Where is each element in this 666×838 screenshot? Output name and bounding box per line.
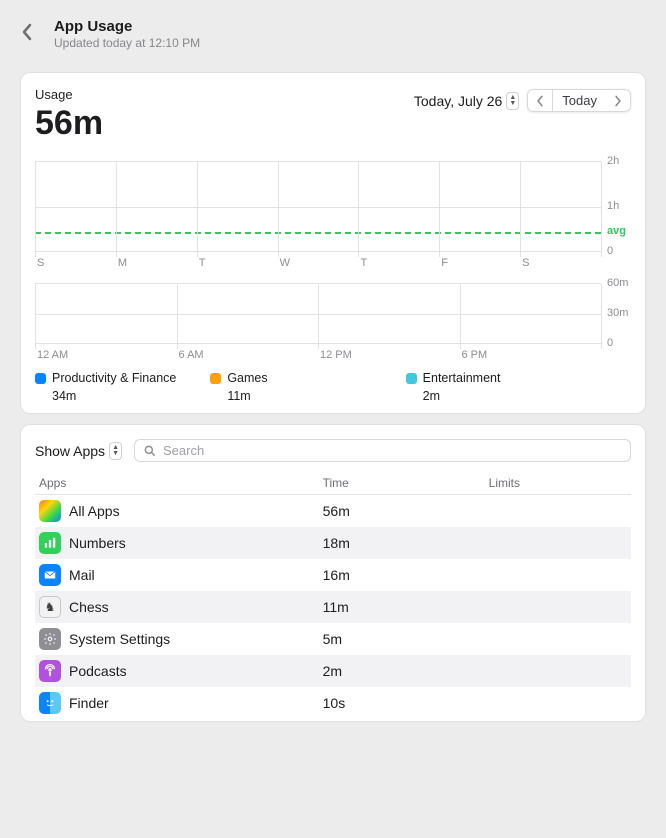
- weekly-chart: 2h 1h avg 0 SMTWTFS: [35, 161, 631, 269]
- weekly-x-axis: SMTWTFS: [35, 257, 631, 269]
- x-tick: F: [439, 257, 520, 269]
- apps-card: Show Apps ▲▼ Apps Time Limits All Apps 56…: [20, 424, 646, 722]
- app-name: Numbers: [69, 535, 126, 551]
- swatch-blue: [35, 373, 46, 384]
- back-button[interactable]: [22, 22, 36, 42]
- col-header-apps[interactable]: Apps: [39, 476, 323, 490]
- updown-icon: ▲▼: [109, 442, 122, 460]
- settings-icon: [39, 628, 61, 650]
- app-name: Chess: [69, 599, 109, 615]
- app-name: Podcasts: [69, 663, 127, 679]
- podcasts-icon: [39, 660, 61, 682]
- legend-value: 11m: [227, 389, 405, 403]
- table-row[interactable]: Mail 16m: [35, 559, 631, 591]
- x-tick: 12 AM: [35, 349, 177, 361]
- table-row[interactable]: All Apps 56m: [35, 495, 631, 527]
- app-time: 56m: [323, 503, 489, 519]
- x-tick: 6 AM: [177, 349, 319, 361]
- page-subtitle: Updated today at 12:10 PM: [54, 36, 200, 50]
- app-name: Finder: [69, 695, 109, 711]
- y-tick: 60m: [607, 277, 628, 289]
- y-tick: 2h: [607, 155, 619, 167]
- table-row[interactable]: ♞ Chess 11m: [35, 591, 631, 623]
- x-tick: S: [35, 257, 116, 269]
- mail-icon: [39, 564, 61, 586]
- app-rows: All Apps 56m Numbers 18m Mail 16m ♞ Chess 11m Sys…: [35, 495, 631, 719]
- legend-label: Entertainment: [423, 371, 501, 385]
- legend-productivity: Productivity & Finance: [35, 371, 230, 385]
- legend-value: 34m: [52, 389, 230, 403]
- x-tick: W: [278, 257, 359, 269]
- date-stepper: Today: [527, 89, 631, 112]
- app-time: 5m: [323, 631, 489, 647]
- hourly-x-axis: 12 AM6 AM12 PM6 PM: [35, 349, 631, 361]
- search-field-wrapper[interactable]: [134, 439, 631, 462]
- y-tick: 0: [607, 337, 613, 349]
- usage-label: Usage: [35, 87, 103, 102]
- swatch-teal: [406, 373, 417, 384]
- usage-card: Usage 56m Today, July 26 ▲▼ Today: [20, 72, 646, 414]
- allapps-icon: [39, 500, 61, 522]
- table-header: Apps Time Limits: [35, 472, 631, 495]
- table-row[interactable]: Numbers 18m: [35, 527, 631, 559]
- col-header-time[interactable]: Time: [323, 476, 489, 490]
- hourly-chart: 60m 30m 0 12 AM6 AM12 PM6 PM: [35, 283, 631, 361]
- legend-entertainment: Entertainment: [406, 371, 601, 385]
- legend-label: Productivity & Finance: [52, 371, 176, 385]
- app-time: 18m: [323, 535, 489, 551]
- app-time: 16m: [323, 567, 489, 583]
- updown-icon: ▲▼: [506, 92, 519, 110]
- app-time: 2m: [323, 663, 489, 679]
- search-icon: [143, 444, 157, 458]
- numbers-icon: [39, 532, 61, 554]
- show-filter[interactable]: Show Apps ▲▼: [35, 442, 122, 460]
- app-time: 11m: [323, 599, 489, 615]
- y-tick: 0: [607, 245, 613, 257]
- chevron-left-icon: [535, 94, 545, 108]
- x-tick: M: [116, 257, 197, 269]
- chevron-right-icon: [613, 94, 623, 108]
- x-tick: T: [197, 257, 278, 269]
- table-row[interactable]: Podcasts 2m: [35, 655, 631, 687]
- x-tick: 12 PM: [318, 349, 460, 361]
- table-row[interactable]: Finder 10s: [35, 687, 631, 719]
- y-tick: 30m: [607, 307, 628, 319]
- y-tick: 1h: [607, 200, 619, 212]
- search-input[interactable]: [163, 443, 622, 458]
- app-time: 10s: [323, 695, 489, 711]
- avg-line: [35, 232, 601, 234]
- app-name: Mail: [69, 567, 95, 583]
- page-title: App Usage: [54, 18, 200, 35]
- x-tick: 6 PM: [460, 349, 602, 361]
- header: App Usage Updated today at 12:10 PM: [0, 0, 666, 62]
- col-header-limits[interactable]: Limits: [489, 476, 627, 490]
- x-tick: T: [358, 257, 439, 269]
- date-range-label: Today, July 26: [414, 93, 502, 109]
- legend-value: 2m: [423, 389, 601, 403]
- prev-day-button[interactable]: [527, 89, 553, 112]
- app-name: All Apps: [69, 503, 120, 519]
- avg-label: avg: [607, 225, 631, 237]
- legend-games: Games: [210, 371, 405, 385]
- chevron-left-icon: [22, 23, 33, 41]
- legend: Productivity & Finance 34m Games 11m Ent…: [35, 371, 631, 403]
- finder-icon: [39, 692, 61, 714]
- x-tick: S: [520, 257, 601, 269]
- swatch-orange: [210, 373, 221, 384]
- table-row[interactable]: System Settings 5m: [35, 623, 631, 655]
- today-button[interactable]: Today: [553, 89, 606, 112]
- usage-total: 56m: [35, 104, 103, 143]
- date-range-selector[interactable]: Today, July 26 ▲▼: [414, 92, 519, 110]
- next-day-button[interactable]: [606, 89, 631, 112]
- app-name: System Settings: [69, 631, 170, 647]
- chess-icon: ♞: [39, 596, 61, 618]
- legend-label: Games: [227, 371, 267, 385]
- show-filter-label: Show Apps: [35, 443, 105, 459]
